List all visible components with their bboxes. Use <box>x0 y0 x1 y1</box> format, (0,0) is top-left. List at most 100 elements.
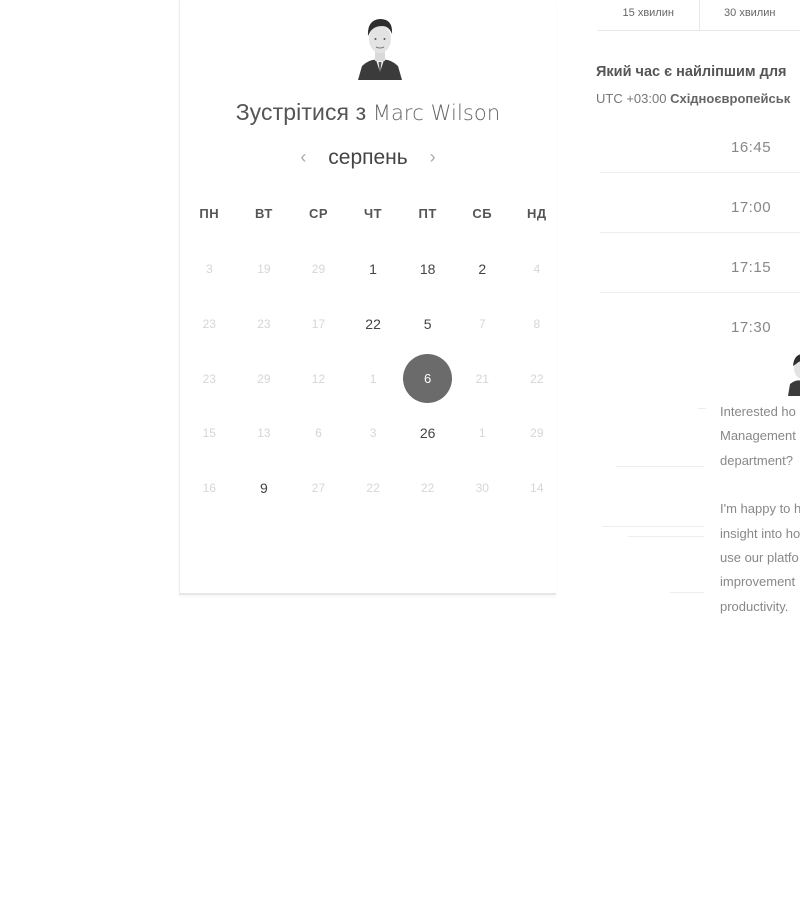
message-line: department? <box>720 452 793 468</box>
calendar-day-number: 8 <box>533 317 541 332</box>
calendar-day: 19 <box>237 242 292 297</box>
calendar-day-number: 6 <box>403 354 453 404</box>
calendar-day-number: 22 <box>420 481 435 496</box>
calendar-day: 29 <box>510 406 565 461</box>
weekday-label: ВТ <box>254 206 273 221</box>
host-message: Interested ho Management department? I'm… <box>720 400 800 619</box>
message-paragraph-1: Interested ho Management department? <box>720 400 800 473</box>
host-name: Marc Wilson <box>372 101 501 125</box>
calendar-day[interactable]: 22 <box>346 297 401 352</box>
message-line: insight into ho <box>720 525 800 541</box>
calendar-day: 8 <box>510 297 565 352</box>
calendar-day: 6 <box>291 406 346 461</box>
timezone-offset: UTC +03:00 <box>596 91 667 106</box>
calendar-day-number: 1 <box>369 261 377 278</box>
calendar-day: 16 <box>182 461 237 516</box>
calendar-day-number: 22 <box>530 371 544 386</box>
host-avatar <box>358 19 402 80</box>
calendar-day-number: 29 <box>257 371 271 386</box>
calendar-day-number: 17 <box>311 317 326 332</box>
calendar-day[interactable]: 18 <box>400 242 455 297</box>
calendar-day-number: 23 <box>202 371 216 386</box>
calendar-day: 1 <box>346 351 401 406</box>
weekday-label: СР <box>308 206 329 221</box>
weekday-label: НД <box>527 206 547 221</box>
weekday-label: ЧТ <box>364 206 383 221</box>
calendar-day-number: 22 <box>366 481 380 496</box>
calendar-day-number: 2 <box>478 261 487 278</box>
calendar-day: 4 <box>510 242 565 297</box>
host-avatar-small <box>788 354 800 396</box>
calendar-day[interactable]: 9 <box>237 461 292 516</box>
calendar-day-number: 14 <box>530 481 544 496</box>
message-line: productivity. <box>720 598 789 614</box>
calendar-day-number: 19 <box>257 262 271 277</box>
calendar-day-number: 16 <box>202 481 216 496</box>
duration-tabs: 15 хвилин 30 хвилин <box>598 0 800 31</box>
calendar-day: 23 <box>237 297 292 352</box>
calendar-day-number: 9 <box>259 480 268 497</box>
message-line: Management <box>720 428 796 444</box>
calendar-day-number: 1 <box>478 426 486 441</box>
time-slot[interactable]: 16:45 <box>600 118 800 173</box>
message-line: improvement <box>720 574 796 590</box>
calendar-day: 13 <box>237 406 292 461</box>
calendar-day-number: 4 <box>533 262 541 277</box>
time-question: Який час є найліпшим для <box>596 64 787 80</box>
calendar-day-number: 6 <box>315 426 322 441</box>
calendar-day-number: 1 <box>369 371 377 386</box>
calendar-day: 22 <box>400 461 455 516</box>
calendar-day: 30 <box>455 461 510 516</box>
time-slot[interactable]: 17:30 <box>600 298 800 352</box>
chevron-right-icon[interactable]: › <box>430 147 436 168</box>
calendar-day: 23 <box>182 297 237 352</box>
time-slot[interactable]: 17:00 <box>600 178 800 233</box>
calendar-day: 15 <box>182 406 237 461</box>
weekday-label: СБ <box>472 206 493 221</box>
calendar-day-number: 27 <box>311 481 326 496</box>
calendar-day-number: 3 <box>369 426 377 441</box>
weekday-label: ПТ <box>418 206 437 221</box>
timezone-label[interactable]: UTC +03:00 Східноєвропейськ <box>596 91 790 106</box>
time-slot[interactable]: 17:15 <box>600 238 800 293</box>
calendar-day: 22 <box>510 351 565 406</box>
chevron-left-icon[interactable]: ‹ <box>300 147 306 168</box>
calendar-day: 1 <box>455 406 510 461</box>
calendar-day-number: 3 <box>205 262 213 277</box>
calendar-day: 7 <box>455 297 510 352</box>
calendar-day-number: 23 <box>257 317 271 332</box>
calendar-day-number: 5 <box>423 316 432 333</box>
calendar-day-number: 15 <box>202 426 216 441</box>
month-navigator: ‹ серпень › <box>180 146 556 170</box>
month-label: серпень <box>328 146 408 169</box>
calendar-day: 12 <box>291 351 346 406</box>
calendar-day-number: 21 <box>475 371 489 386</box>
calendar-day-number: 18 <box>419 261 436 278</box>
page-title: Зустрітися з Marc Wilson <box>180 99 556 126</box>
calendar-day: 14 <box>510 461 565 516</box>
calendar-day-number: 7 <box>478 317 486 332</box>
time-slot-list: 16:45 17:00 17:15 17:30 <box>600 118 800 357</box>
calendar-day: 23 <box>182 351 237 406</box>
message-line: use our platfo <box>720 550 799 566</box>
calendar-day[interactable]: 26 <box>400 406 455 461</box>
calendar-day[interactable]: 2 <box>455 242 510 297</box>
calendar-day-number: 23 <box>202 317 216 332</box>
timezone-name: Східноєвропейськ <box>670 91 791 106</box>
calendar-day-number: 26 <box>419 425 436 442</box>
title-prefix: Зустрітися з <box>235 99 367 125</box>
tab-30-min[interactable]: 30 хвилин <box>698 0 800 30</box>
weekday-header: ПН ВТ СР ЧТ ПТ СБ НД <box>180 206 566 221</box>
calendar-day[interactable]: 5 <box>400 297 455 352</box>
calendar-day: 22 <box>346 461 401 516</box>
calendar-day[interactable]: 1 <box>346 242 401 297</box>
message-paragraph-2: I'm happy to h insight into ho use our p… <box>720 497 800 619</box>
tab-15-min[interactable]: 15 хвилин <box>598 0 699 30</box>
calendar-day: 29 <box>291 242 346 297</box>
booking-card: Зустрітися з Marc Wilson ‹ серпень › ПН … <box>179 0 556 595</box>
calendar-day-number: 12 <box>311 371 326 386</box>
calendar-grid: 3 19 29 1 18 2 4 23 23 17 22 5 7 8 23 29 12 1 6 21 22 15 13 6 3 2… <box>182 242 564 515</box>
calendar-day: 21 <box>455 351 510 406</box>
message-line: I'm happy to h <box>720 501 800 517</box>
calendar-day-selected[interactable]: 6 <box>400 351 455 406</box>
